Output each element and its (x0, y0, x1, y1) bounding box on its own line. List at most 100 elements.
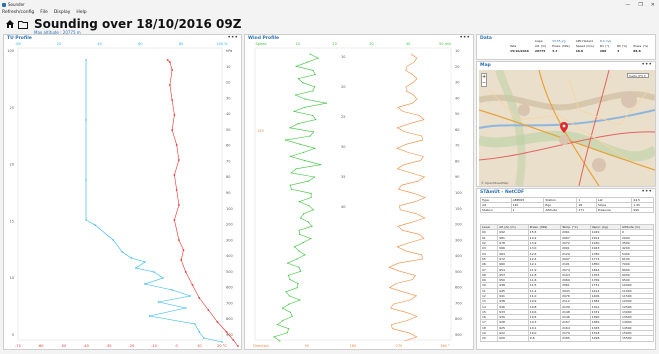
top-tick-label: 40 (97, 42, 101, 46)
dewpoint-point (135, 267, 137, 269)
map-panel: Map ••• © OpenStreetMap + − Carto (Fr) ▾ (476, 61, 656, 187)
wind-speed-point (303, 213, 305, 215)
wind-speed-point (298, 250, 300, 252)
wind-speed-point (312, 114, 314, 117)
info-cell: 1 (510, 207, 545, 213)
dewpoint-point (121, 251, 123, 253)
folder-icon[interactable] (18, 20, 28, 29)
wind-speed-point (304, 160, 306, 162)
map-panel-title: Map (480, 63, 491, 68)
wind-speed-point (309, 135, 311, 137)
wind-speed-point (300, 270, 302, 272)
right-tick-label: 30 (226, 96, 230, 100)
top-tick-label: 20 (332, 42, 336, 46)
table-cell: 1298 (589, 335, 622, 342)
right-tick-label: 300 (455, 238, 462, 242)
close-button[interactable]: ✕ (651, 2, 655, 8)
table-row[interactable]: 20 920 9.8 2185 1298 15500 (479, 335, 654, 342)
maximize-button[interactable]: ❐ (638, 2, 642, 8)
station-panel-title: STAmUt - NetCDF (480, 190, 525, 195)
wind-speed-point (325, 102, 327, 104)
bottom-tick-label: 90 (305, 344, 309, 348)
dewpoint-point (85, 219, 87, 221)
menu-display[interactable]: Display (54, 10, 71, 15)
right-tick-label: 70 (226, 159, 230, 163)
right-tick-label: 40 (226, 112, 230, 116)
map-view[interactable]: © OpenStreetMap (479, 70, 655, 186)
info-cell: 171 (576, 207, 597, 213)
wind-speed-point (304, 254, 306, 256)
map-panel-menu-button[interactable]: ••• (641, 61, 652, 68)
temperature-point (232, 339, 235, 341)
table-cell: 9.8 (527, 335, 562, 342)
right-tick-label: 600 (226, 286, 233, 290)
dewpoint-point (144, 261, 146, 263)
zoom-out-button[interactable]: − (482, 80, 486, 86)
menu-refresh[interactable]: Refresh/config (2, 10, 34, 15)
menu-file[interactable]: File (40, 10, 48, 15)
right-tick-label: 300 (226, 238, 233, 242)
right-tick-label: 800 (455, 317, 462, 321)
dewpoint-point (198, 331, 201, 333)
bottom-tick-label: -70 (15, 344, 21, 348)
temperature-point (178, 239, 180, 241)
bottom-tick-label: -20 (128, 344, 134, 348)
wind-speed-point (302, 82, 304, 84)
table-cell: 920 (497, 335, 529, 342)
temperature-point (180, 259, 183, 261)
wind-speed-point (312, 69, 314, 71)
temperature-point (173, 174, 176, 176)
wind-speed-point (276, 324, 278, 326)
info-row: Station 1 Altitude 171 Pressure 990 (480, 207, 654, 213)
station-panel-menu-button[interactable]: ••• (641, 188, 652, 195)
dewpoint-point (157, 301, 160, 303)
wind-speed-point (295, 168, 297, 170)
wind-speed-point (290, 172, 292, 174)
plot-frame (254, 47, 452, 341)
wind-speed-point (294, 94, 297, 96)
right-tick-label: 10 (226, 65, 230, 69)
info-cell: Altitude (543, 207, 578, 213)
title-bar: Sounder — ❐ ✕ (0, 0, 659, 9)
dewpoint-point (148, 315, 151, 317)
tu-profile-chart: -80 20 40 60 80 100 % -70 -60 -50 -40 -30 -20 -10 0 10… (7, 42, 239, 348)
wind-speed-point (312, 90, 314, 92)
right-tick-label: 70 (455, 144, 459, 148)
home-icon[interactable] (5, 19, 15, 29)
minimize-button[interactable]: — (625, 2, 630, 8)
bottom-tick-label: -60 (38, 344, 44, 348)
wind-speed-point (291, 315, 293, 317)
wind-speed-point (304, 98, 306, 100)
table-cell: 2185 (560, 335, 591, 342)
temperature-point (198, 297, 201, 299)
dewpoint-point (85, 59, 87, 61)
top-tick-label: 30 (369, 42, 373, 46)
temperature-point (166, 59, 169, 61)
temperature-point (191, 284, 194, 286)
app-logo-icon (2, 2, 6, 7)
right-tick-label: 200 (455, 223, 462, 227)
window-controls: — ❐ ✕ (625, 2, 655, 8)
temperature-point (171, 129, 174, 131)
map-layer-select[interactable]: Carto (Fr) ▾ (627, 73, 649, 78)
data-panel: Data Cape 33.55 J/g APS Hazard 8.4 m/s T… (476, 34, 656, 60)
wind-speed-point (310, 192, 312, 194)
wind-speed-point (298, 201, 300, 203)
temperature-point (182, 249, 185, 251)
wind-speed-point (279, 340, 281, 342)
wind-speed-point (282, 319, 284, 322)
wind-speed-point (288, 295, 290, 297)
bottom-tick-label: -50 (60, 344, 66, 348)
temperature-point (168, 84, 171, 86)
wind-speed-point (310, 196, 312, 199)
left-tick-label: 25 (10, 106, 14, 110)
menu-help[interactable]: Help (76, 10, 86, 15)
wind-speed-point (284, 139, 287, 141)
dewpoint-point (144, 283, 146, 285)
temperature-point (171, 69, 174, 71)
tu-profile-panel: TU Profile ••• -80 20 40 60 80 100 % -70 -60 -50… (3, 34, 242, 350)
location-marker-icon[interactable] (560, 122, 568, 133)
wind-speed-point (295, 65, 297, 67)
right-tick-label: 80 (226, 175, 230, 179)
wind-speed-point (289, 155, 292, 158)
